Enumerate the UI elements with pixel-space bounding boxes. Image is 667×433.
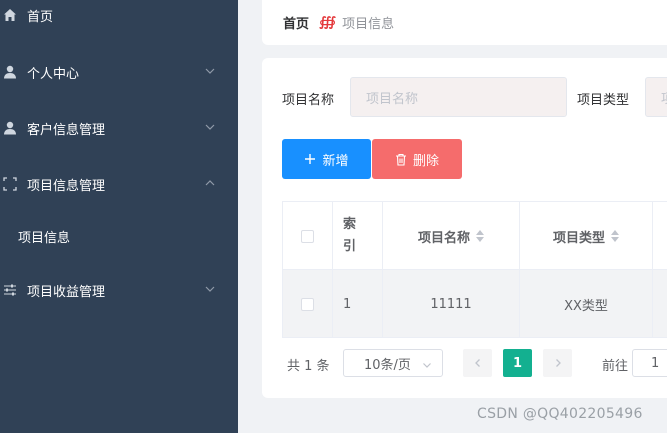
plus-icon (304, 153, 316, 165)
breadcrumb-current: 项目信息 (342, 17, 395, 32)
watermark: CSDN @QQ402205496 (477, 406, 643, 422)
page-number-1[interactable]: 1 (503, 349, 532, 377)
column-header-index: 索 引 (333, 202, 383, 270)
chevron-down-icon (204, 65, 216, 77)
sidebar-item-label: 项目收益管理 (27, 284, 106, 300)
column-header-type[interactable]: 项目类型 (520, 202, 653, 270)
table-row[interactable]: 1 11111 XX类型 (282, 270, 667, 338)
breadcrumb-separator: ∰ (319, 15, 337, 30)
row-project-name: 11111 (383, 270, 520, 338)
sort-icon[interactable] (476, 230, 484, 242)
sidebar-item-projects[interactable]: 项目信息管理 (0, 164, 238, 204)
sidebar-item-revenue[interactable]: 项目收益管理 (0, 270, 238, 310)
row-project-type: XX类型 (520, 270, 653, 338)
sidebar-subitem-label: 项目信息 (18, 230, 71, 246)
pagination: 共 1 条 10条/页 1 前往 1 (262, 348, 667, 378)
chevron-up-icon (204, 177, 216, 189)
pagination-total: 共 1 条 (287, 359, 330, 374)
chevron-right-icon (553, 358, 563, 368)
goto-label: 前往 (602, 359, 629, 374)
project-name-placeholder: 项目名称 (366, 91, 419, 107)
add-button[interactable]: 新增 (282, 139, 371, 179)
project-type-input[interactable]: 项 (645, 77, 667, 117)
chevron-left-icon (473, 358, 483, 368)
home-icon (3, 8, 17, 22)
sidebar-item-label: 客户信息管理 (27, 122, 106, 138)
project-name-input[interactable]: 项目名称 (350, 77, 567, 117)
index-header-line2: 引 (343, 239, 357, 254)
index-header-line1: 索 (343, 217, 357, 232)
sidebar-item-home[interactable]: 首页 (0, 0, 238, 35)
sidebar-item-label: 个人中心 (27, 66, 80, 82)
sidebar-item-label: 项目信息管理 (27, 178, 106, 194)
sidebar-item-label: 首页 (27, 9, 54, 25)
project-name-label: 项目名称 (282, 93, 335, 108)
select-all-cell (282, 202, 333, 270)
sort-icon[interactable] (611, 230, 619, 242)
chevron-down-icon (204, 283, 216, 295)
trash-icon (395, 153, 407, 166)
row-select-cell (282, 270, 333, 338)
main-panel: 项目名称 项目名称 项目类型 项 新增 删除 索 引 项目名称 (262, 58, 667, 398)
prev-page-button[interactable] (463, 349, 492, 377)
user-icon (3, 65, 17, 79)
select-all-checkbox[interactable] (301, 229, 314, 243)
project-type-label: 项目类型 (577, 93, 630, 108)
data-table: 索 引 项目名称 项目类型 1 11111 XX类型 (282, 201, 667, 338)
add-button-label: 新增 (322, 153, 349, 169)
column-header-label: 项目名称 (417, 230, 470, 246)
breadcrumb: 首页 ∰ 项目信息 (262, 0, 667, 45)
project-type-placeholder: 项 (661, 88, 667, 107)
row-checkbox[interactable] (301, 297, 314, 311)
chevron-down-icon (422, 359, 432, 369)
table-header-row: 索 引 项目名称 项目类型 (282, 202, 667, 270)
column-header-name[interactable]: 项目名称 (383, 202, 520, 270)
breadcrumb-home[interactable]: 首页 (283, 13, 309, 32)
next-page-button[interactable] (543, 349, 572, 377)
page-size-value: 10条/页 (364, 357, 411, 373)
chevron-down-icon (204, 121, 216, 133)
sidebar: 首页 个人中心 客户信息管理 项目信息管理 项目信息 项目收益管理 (0, 0, 238, 433)
row-index: 1 (333, 270, 383, 338)
delete-button-label: 删除 (412, 153, 439, 169)
user-icon (3, 121, 17, 135)
sidebar-item-customers[interactable]: 客户信息管理 (0, 108, 238, 148)
goto-page-input[interactable]: 1 (632, 349, 667, 377)
sidebar-item-profile[interactable]: 个人中心 (0, 52, 238, 92)
fullscreen-icon (3, 177, 17, 191)
column-header-label: 项目类型 (552, 230, 605, 246)
delete-button[interactable]: 删除 (372, 139, 462, 179)
page-size-select[interactable]: 10条/页 (343, 349, 443, 377)
sidebar-subitem-project-info[interactable]: 项目信息 (0, 216, 238, 256)
sliders-icon (3, 283, 17, 297)
